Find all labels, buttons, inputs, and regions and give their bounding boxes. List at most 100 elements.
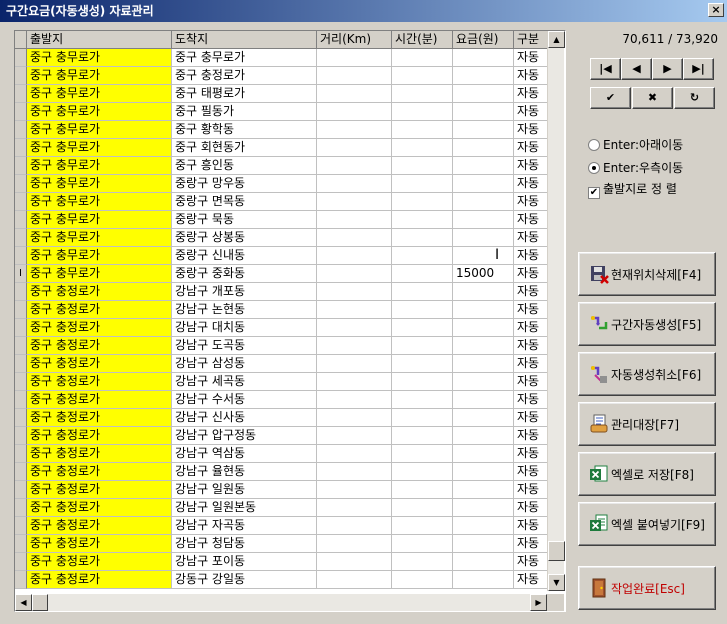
cell-distance[interactable] xyxy=(317,229,392,247)
cell-time[interactable] xyxy=(392,427,453,445)
table-row[interactable]: 중구 충정로가 강남구 개포동 자동 xyxy=(15,283,547,301)
cell-departure[interactable]: 중구 충정로가 xyxy=(27,535,172,553)
cell-fee[interactable] xyxy=(453,535,514,553)
delete-current-button[interactable]: 현재위치삭제[F4] xyxy=(578,252,716,296)
cell-arrival[interactable]: 중구 필동가 xyxy=(172,103,317,121)
cell-kind[interactable]: 자동 xyxy=(514,301,547,319)
cell-time[interactable] xyxy=(392,283,453,301)
cell-time[interactable] xyxy=(392,463,453,481)
table-row[interactable]: 중구 충정로가 강남구 역삼동 자동 xyxy=(15,445,547,463)
cell-arrival[interactable]: 중랑구 중화동 xyxy=(172,265,317,283)
cell-arrival[interactable]: 강남구 압구정동 xyxy=(172,427,317,445)
table-row[interactable]: I 중구 충무로가 중랑구 중화동 15000 자동 xyxy=(15,265,547,283)
close-button[interactable]: × xyxy=(708,3,724,17)
vertical-scrollbar[interactable]: ▲ ▼ xyxy=(547,31,565,591)
cell-time[interactable] xyxy=(392,499,453,517)
table-row[interactable]: 중구 충정로가 강남구 포이동 자동 xyxy=(15,553,547,571)
cell-departure[interactable]: 중구 충무로가 xyxy=(27,139,172,157)
cell-departure[interactable]: 중구 충무로가 xyxy=(27,193,172,211)
cell-distance[interactable] xyxy=(317,499,392,517)
cell-arrival[interactable]: 강남구 일원본동 xyxy=(172,499,317,517)
cell-kind[interactable]: 자동 xyxy=(514,49,547,67)
cell-time[interactable] xyxy=(392,553,453,571)
cell-departure[interactable]: 중구 충정로가 xyxy=(27,463,172,481)
cell-time[interactable] xyxy=(392,175,453,193)
cell-arrival[interactable]: 강남구 세곡동 xyxy=(172,373,317,391)
table-row[interactable]: 중구 충정로가 강동구 강일동 자동 xyxy=(15,571,547,589)
cell-time[interactable] xyxy=(392,481,453,499)
table-row[interactable]: 중구 충무로가 중랑구 상봉동 자동 xyxy=(15,229,547,247)
cell-arrival[interactable]: 강동구 강일동 xyxy=(172,571,317,589)
table-row[interactable]: 중구 충정로가 강남구 도곡동 자동 xyxy=(15,337,547,355)
cell-arrival[interactable]: 강남구 삼성동 xyxy=(172,355,317,373)
cell-fee[interactable] xyxy=(453,319,514,337)
cancel-button[interactable]: ✖ xyxy=(632,87,673,109)
cell-time[interactable] xyxy=(392,211,453,229)
cancel-generate-button[interactable]: 자동생성취소[F6] xyxy=(578,352,716,396)
cell-time[interactable] xyxy=(392,373,453,391)
cell-departure[interactable]: 중구 충정로가 xyxy=(27,373,172,391)
cell-distance[interactable] xyxy=(317,247,392,265)
table-row[interactable]: 중구 충무로가 중랑구 묵동 자동 xyxy=(15,211,547,229)
cell-arrival[interactable]: 중랑구 면목동 xyxy=(172,193,317,211)
cell-distance[interactable] xyxy=(317,409,392,427)
cell-time[interactable] xyxy=(392,409,453,427)
table-row[interactable]: 중구 충무로가 중랑구 망우동 자동 xyxy=(15,175,547,193)
cell-fee[interactable] xyxy=(453,553,514,571)
confirm-button[interactable]: ✔ xyxy=(590,87,631,109)
cell-fee[interactable] xyxy=(453,409,514,427)
cell-kind[interactable]: 자동 xyxy=(514,265,547,283)
cell-departure[interactable]: 중구 충무로가 xyxy=(27,85,172,103)
cell-arrival[interactable]: 강남구 신사동 xyxy=(172,409,317,427)
cell-fee[interactable] xyxy=(453,139,514,157)
table-row[interactable]: 중구 충무로가 중랑구 면목동 자동 xyxy=(15,193,547,211)
cell-departure[interactable]: 중구 충무로가 xyxy=(27,121,172,139)
table-row[interactable]: 중구 충무로가 중랑구 신내동 자동 xyxy=(15,247,547,265)
cell-departure[interactable]: 중구 충정로가 xyxy=(27,571,172,589)
cell-kind[interactable]: 자동 xyxy=(514,517,547,535)
cell-fee[interactable] xyxy=(453,247,514,265)
cell-kind[interactable]: 자동 xyxy=(514,337,547,355)
enter-down-radio[interactable]: Enter:아래이동 xyxy=(588,136,683,153)
horizontal-scrollbar[interactable]: ◀ ▶ xyxy=(15,594,547,611)
cell-time[interactable] xyxy=(392,265,453,283)
cell-distance[interactable] xyxy=(317,373,392,391)
table-row[interactable]: 중구 충정로가 강남구 일원동 자동 xyxy=(15,481,547,499)
cell-kind[interactable]: 자동 xyxy=(514,391,547,409)
cell-distance[interactable] xyxy=(317,193,392,211)
cell-distance[interactable] xyxy=(317,427,392,445)
cell-distance[interactable] xyxy=(317,391,392,409)
cell-fee[interactable] xyxy=(453,499,514,517)
cell-departure[interactable]: 중구 충무로가 xyxy=(27,175,172,193)
cell-departure[interactable]: 중구 충무로가 xyxy=(27,67,172,85)
cell-kind[interactable]: 자동 xyxy=(514,373,547,391)
cell-kind[interactable]: 자동 xyxy=(514,175,547,193)
cell-departure[interactable]: 중구 충무로가 xyxy=(27,103,172,121)
cell-arrival[interactable]: 중랑구 상봉동 xyxy=(172,229,317,247)
cell-fee[interactable] xyxy=(453,481,514,499)
cell-arrival[interactable]: 중구 충정로가 xyxy=(172,67,317,85)
header-departure[interactable]: 출발지 xyxy=(27,31,172,49)
cell-distance[interactable] xyxy=(317,175,392,193)
cell-departure[interactable]: 중구 충무로가 xyxy=(27,211,172,229)
cell-departure[interactable]: 중구 충무로가 xyxy=(27,49,172,67)
cell-time[interactable] xyxy=(392,337,453,355)
scroll-left-button[interactable]: ◀ xyxy=(15,594,32,611)
cell-arrival[interactable]: 강남구 논현동 xyxy=(172,301,317,319)
save-excel-button[interactable]: 엑셀로 저장[F8] xyxy=(578,452,716,496)
data-grid[interactable]: 출발지 도착지 거리(Km) 시간(분) 요금(원) 구분 중구 충무로가 중구 … xyxy=(15,31,547,591)
enter-right-radio[interactable]: Enter:우측이동 xyxy=(588,159,683,176)
scroll-right-button[interactable]: ▶ xyxy=(530,594,547,611)
cell-kind[interactable]: 자동 xyxy=(514,157,547,175)
cell-fee[interactable] xyxy=(453,301,514,319)
table-row[interactable]: 중구 충정로가 강남구 자곡동 자동 xyxy=(15,517,547,535)
cell-departure[interactable]: 중구 충정로가 xyxy=(27,445,172,463)
cell-distance[interactable] xyxy=(317,121,392,139)
cell-arrival[interactable]: 강남구 자곡동 xyxy=(172,517,317,535)
cell-fee[interactable] xyxy=(453,373,514,391)
cell-fee[interactable] xyxy=(453,193,514,211)
cell-departure[interactable]: 중구 충정로가 xyxy=(27,517,172,535)
cell-kind[interactable]: 자동 xyxy=(514,571,547,589)
cell-arrival[interactable]: 중구 태평로가 xyxy=(172,85,317,103)
cell-distance[interactable] xyxy=(317,211,392,229)
